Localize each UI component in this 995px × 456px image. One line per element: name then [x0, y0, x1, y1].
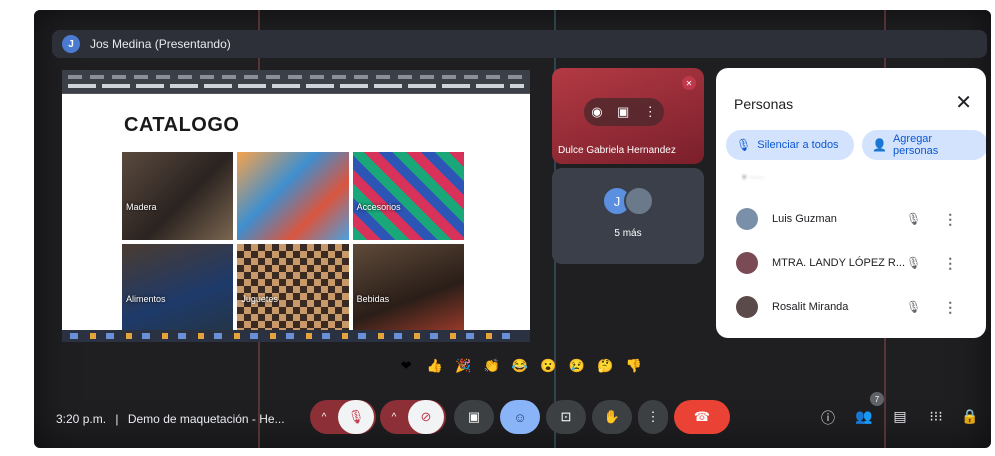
participant-row-name: Luis Guzman — [772, 213, 837, 225]
people-panel: Personas ✕ 🎙 Silenciar a todos 👤 Agregar… — [716, 68, 986, 338]
add-people-label: Agregar personas — [892, 133, 939, 157]
close-icon[interactable]: ✕ — [955, 90, 972, 115]
participant-tile-others[interactable]: J 5 más — [552, 168, 704, 264]
add-people-button[interactable]: 👤 Agregar personas — [862, 130, 986, 160]
list-item-partial: ▾ ····· — [742, 172, 765, 182]
catalog-tile: Accesorios — [352, 152, 464, 240]
emoji-icon[interactable]: ☺ — [500, 400, 540, 434]
mic-off-icon: 🎙 — [736, 138, 752, 152]
thumbs-up-reaction-icon[interactable]: 👍 — [425, 358, 445, 374]
mic-off-icon[interactable]: 🎙 — [338, 400, 374, 434]
catalog-tile: Alimentos — [122, 244, 234, 332]
catalog-tile-label: Juguetes — [241, 294, 278, 304]
more-vert-icon[interactable]: ⋮ — [943, 299, 957, 316]
mic-off-icon[interactable]: 🎙 — [906, 212, 921, 226]
separator: | — [115, 412, 119, 426]
avatar — [736, 252, 758, 274]
mic-off-icon: ✕ — [682, 76, 696, 90]
catalog-tile: Bebidas — [352, 244, 464, 332]
participant-row[interactable]: Rosalit Miranda 🎙 ⋮ — [736, 292, 976, 322]
tile-controls: ◉ ▣ ⋮ — [584, 98, 664, 126]
host-controls-icon[interactable]: 🔒 — [960, 408, 980, 425]
catalog-tile: Juguetes — [237, 244, 349, 332]
mute-all-label: Silenciar a todos — [757, 139, 839, 151]
captions-icon[interactable]: ⊡ — [546, 400, 586, 434]
present-icon[interactable]: ▣ — [454, 400, 494, 434]
catalog-tile — [237, 152, 349, 240]
thumbs-down-reaction-icon[interactable]: 👎 — [624, 358, 644, 374]
more-vert-icon[interactable]: ⋮ — [638, 400, 668, 434]
thinking-reaction-icon[interactable]: 🤔 — [595, 358, 615, 374]
catalog-title: CATALOGO — [124, 114, 240, 136]
others-count: 5 más — [614, 228, 642, 239]
meeting-info: 3:20 p.m. | Demo de maquetación - He... — [56, 412, 285, 426]
mic-off-icon[interactable]: 🎙 — [906, 300, 921, 314]
participant-row-name: Rosalit Miranda — [772, 301, 849, 313]
activities-icon[interactable]: ⁝⁝⁝ — [926, 408, 946, 425]
surprise-reaction-icon[interactable]: 😮 — [538, 358, 558, 374]
presenter-avatar: J — [62, 35, 80, 53]
pin-icon[interactable]: ◉ — [591, 104, 602, 120]
info-icon[interactable]: ⓘ — [818, 408, 838, 428]
others-avatars: J — [602, 186, 654, 216]
catalog-tile-label: Madera — [126, 202, 157, 212]
camera-options-chevron-icon[interactable]: ^ — [382, 400, 406, 434]
more-vert-icon[interactable]: ⋮ — [644, 104, 657, 120]
mute-all-button[interactable]: 🎙 Silenciar a todos — [726, 130, 854, 160]
catalog-tile: Madera — [122, 152, 234, 240]
avatar — [736, 208, 758, 230]
participant-row-name: MTRA. LANDY LÓPEZ R... — [772, 257, 906, 269]
catalog-grid: Madera Accesorios Alimentos Juguetes Beb… — [122, 152, 464, 332]
presenter-label: Jos Medina (Presentando) — [90, 37, 231, 51]
mic-options-chevron-icon[interactable]: ^ — [312, 400, 336, 434]
meeting-time: 3:20 p.m. — [56, 412, 107, 426]
catalog-tile-label: Alimentos — [126, 294, 166, 304]
meet-window: J Jos Medina (Presentando) CATALOGO Made… — [34, 10, 991, 448]
participant-row[interactable]: MTRA. LANDY LÓPEZ R... 🎙 ⋮ — [736, 248, 976, 278]
participant-name: Dulce Gabriela Hernandez — [558, 145, 676, 156]
fullscreen-icon[interactable]: ▣ — [617, 104, 629, 120]
chat-icon[interactable]: ▤ — [890, 408, 910, 425]
camera-off-icon[interactable]: ⊘ — [408, 400, 444, 434]
people-count-badge: 7 — [870, 392, 884, 406]
shared-browser-tabs — [62, 70, 530, 94]
laugh-reaction-icon[interactable]: 😂 — [510, 358, 530, 374]
people-panel-title: Personas — [734, 96, 794, 112]
avatar — [736, 296, 758, 318]
shared-taskbar — [62, 330, 530, 342]
clap-reaction-icon[interactable]: 👏 — [482, 358, 502, 374]
heart-reaction-icon[interactable]: ❤ — [396, 358, 416, 374]
presenter-bar: J Jos Medina (Presentando) — [52, 30, 987, 58]
party-reaction-icon[interactable]: 🎉 — [453, 358, 473, 374]
reactions-bar: ❤ 👍 🎉 👏 😂 😮 😢 🤔 👎 — [392, 354, 648, 378]
participant-tile-speaker[interactable]: ✕ ◉ ▣ ⋮ Dulce Gabriela Hernandez — [552, 68, 704, 164]
participant-row[interactable]: Luis Guzman 🎙 ⋮ — [736, 204, 976, 234]
more-vert-icon[interactable]: ⋮ — [943, 255, 957, 272]
mic-off-icon[interactable]: 🎙 — [906, 256, 921, 270]
raise-hand-icon[interactable]: ✋ — [592, 400, 632, 434]
sad-reaction-icon[interactable]: 😢 — [567, 358, 587, 374]
more-vert-icon[interactable]: ⋮ — [943, 211, 957, 228]
person-add-icon: 👤 — [872, 138, 887, 152]
catalog-tile-label: Accesorios — [356, 202, 401, 212]
shared-screen: CATALOGO Madera Accesorios Alimentos Jug… — [62, 70, 530, 342]
catalog-tile-label: Bebidas — [356, 294, 390, 304]
people-icon[interactable]: 👥 — [854, 408, 874, 425]
meeting-name: Demo de maquetación - He... — [127, 412, 285, 426]
end-call-icon[interactable]: ☎ — [674, 400, 730, 434]
avatar — [624, 186, 654, 216]
